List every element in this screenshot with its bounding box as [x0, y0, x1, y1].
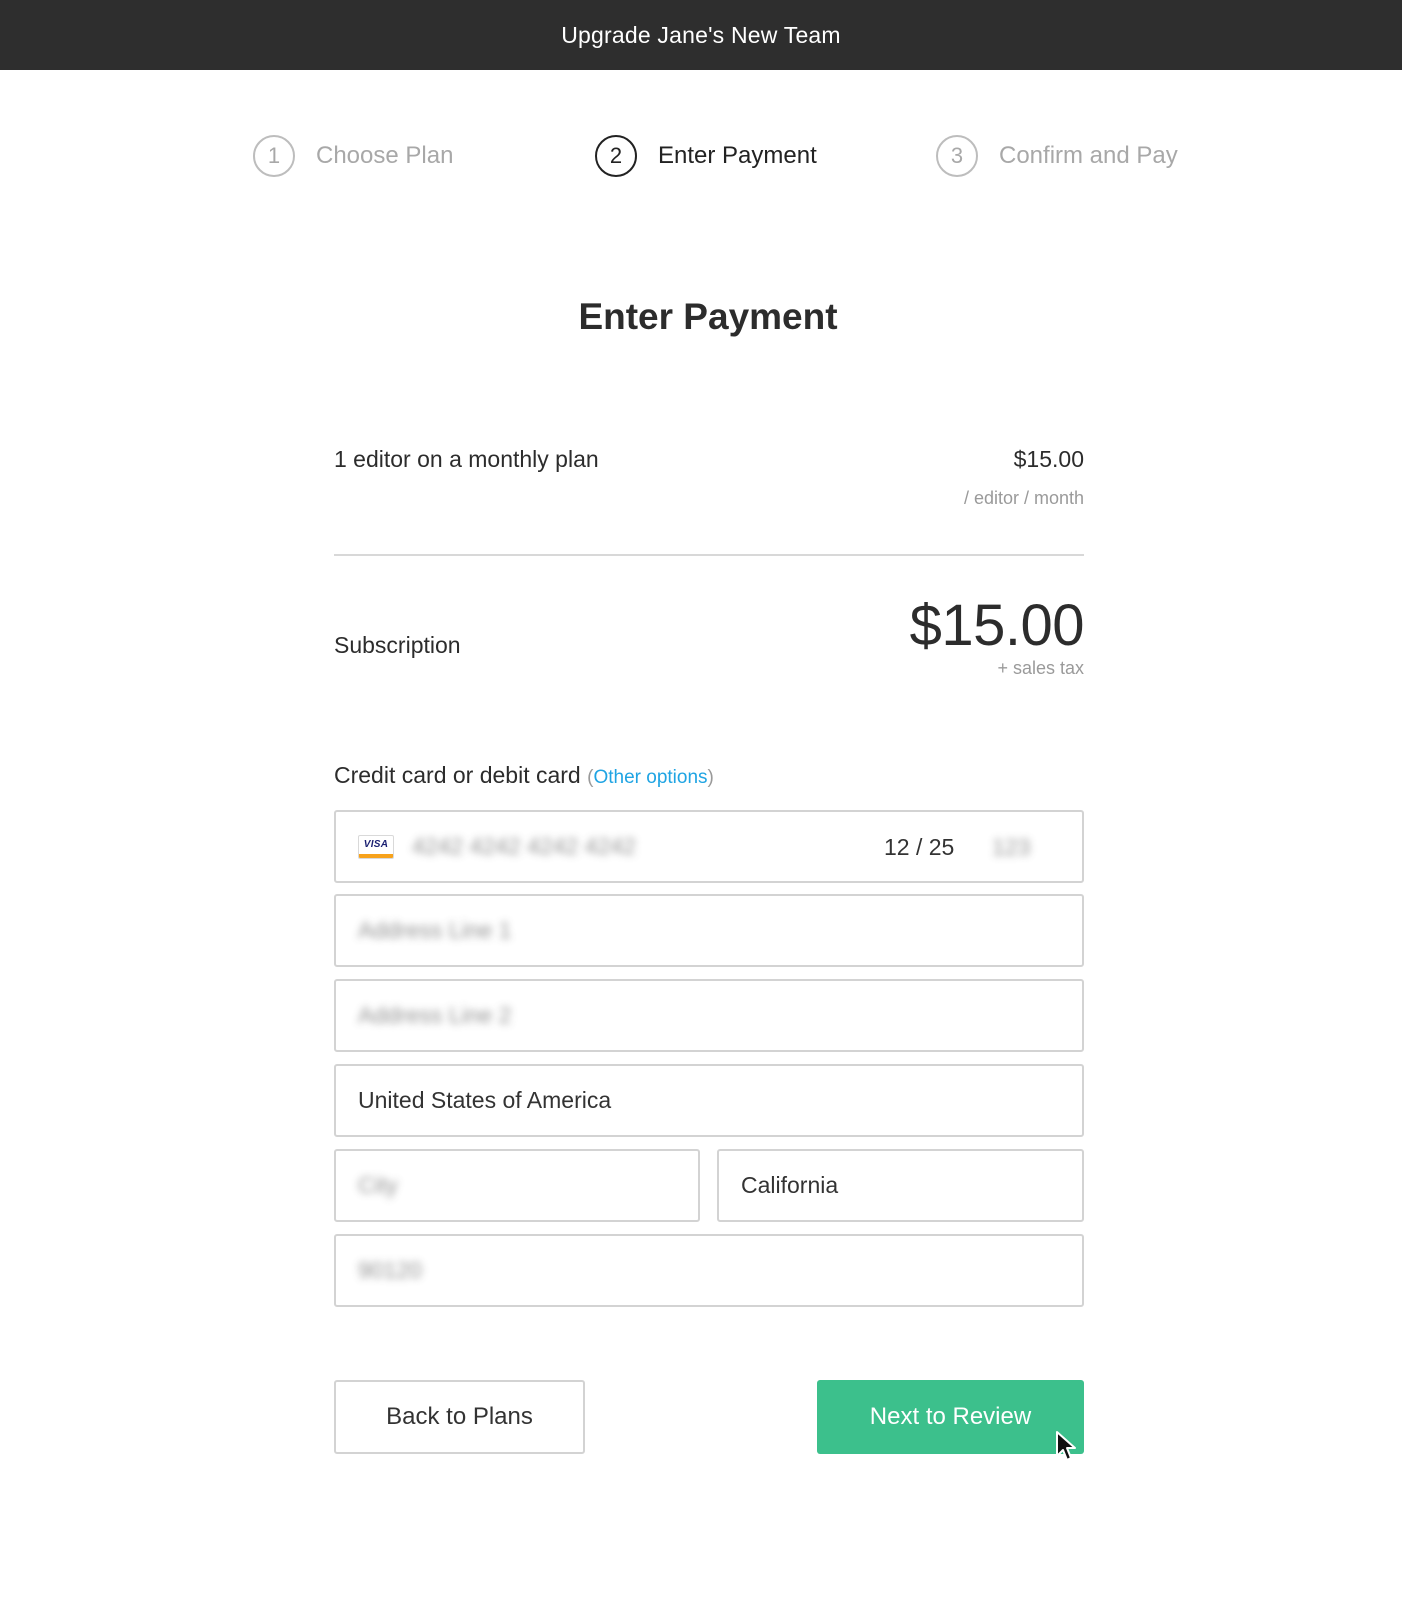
- card-number-input[interactable]: 4242 4242 4242 4242: [412, 833, 652, 860]
- back-to-plans-button[interactable]: Back to Plans: [334, 1380, 585, 1454]
- zip-value: 90120: [358, 1257, 422, 1283]
- card-cvc-input[interactable]: 123: [992, 834, 1032, 861]
- state-value: California: [741, 1172, 839, 1198]
- progress-steps: 1 Choose Plan 2 Enter Payment 3 Confirm …: [0, 132, 1402, 182]
- visa-wordmark: VISA: [363, 838, 389, 850]
- zip-field[interactable]: 90120: [334, 1234, 1084, 1307]
- plan-summary-row: 1 editor on a monthly plan $15.00 / edit…: [334, 446, 1084, 516]
- subscription-total: $15.00: [909, 593, 1085, 658]
- step-choose-plan[interactable]: 1 Choose Plan: [253, 132, 453, 180]
- state-select[interactable]: California: [717, 1149, 1084, 1222]
- payment-method-label: Credit card or debit card: [334, 762, 581, 788]
- step-number-1: 1: [253, 135, 295, 177]
- plan-price: $15.00: [1013, 446, 1084, 472]
- address-line-1-value: Address Line 1: [358, 917, 512, 943]
- top-bar: Upgrade Jane's New Team: [0, 0, 1402, 70]
- mouse-pointer-icon: [1056, 1431, 1076, 1461]
- subscription-label: Subscription: [334, 632, 461, 658]
- plan-price-unit: / editor / month: [963, 488, 1084, 508]
- sales-tax-note: + sales tax: [997, 658, 1084, 678]
- country-value: United States of America: [358, 1087, 612, 1113]
- page-title: Enter Payment: [578, 296, 838, 337]
- city-field[interactable]: City: [334, 1149, 700, 1222]
- payment-method-heading: Credit card or debit card (Other options…: [334, 762, 1084, 789]
- next-to-review-button[interactable]: Next to Review: [817, 1380, 1084, 1454]
- city-value: City: [358, 1172, 398, 1198]
- visa-icon: VISA: [358, 834, 394, 859]
- step-label-choose-plan: Choose Plan: [316, 142, 454, 169]
- step-confirm-and-pay[interactable]: 3 Confirm and Pay: [936, 132, 1178, 180]
- card-expiry-input[interactable]: 12 / 25: [884, 834, 954, 861]
- subscription-row: Subscription $15.00 + sales tax: [334, 592, 1085, 682]
- step-label-confirm-and-pay: Confirm and Pay: [999, 142, 1178, 169]
- step-number-3: 3: [936, 135, 978, 177]
- country-select[interactable]: United States of America: [334, 1064, 1084, 1137]
- divider: [334, 554, 1084, 556]
- step-enter-payment[interactable]: 2 Enter Payment: [595, 132, 817, 180]
- close-paren: ): [707, 767, 714, 788]
- address-line-2-field[interactable]: Address Line 2: [334, 979, 1084, 1052]
- step-number-2: 2: [595, 135, 637, 177]
- address-line-1-field[interactable]: Address Line 1: [334, 894, 1084, 967]
- other-options-link[interactable]: Other options: [593, 767, 707, 788]
- card-field[interactable]: VISA 4242 4242 4242 4242 12 / 25 123: [334, 810, 1084, 883]
- step-label-enter-payment: Enter Payment: [658, 142, 817, 169]
- address-line-2-value: Address Line 2: [358, 1002, 512, 1028]
- plan-description: 1 editor on a monthly plan: [334, 446, 599, 472]
- window-title: Upgrade Jane's New Team: [561, 21, 841, 48]
